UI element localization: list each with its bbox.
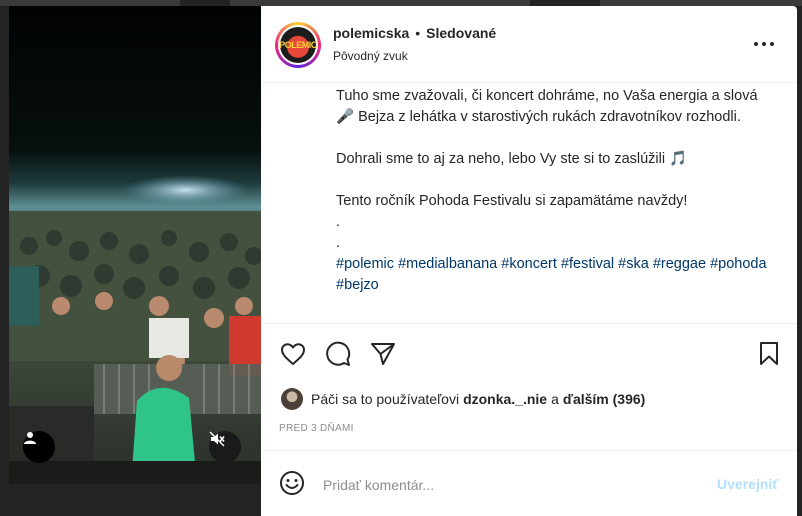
liker-username-link[interactable]: dzonka._.nie (463, 391, 547, 407)
header-name-row: polemicska • Sledované (333, 25, 496, 41)
following-button[interactable]: Sledované (426, 25, 496, 41)
post-caption: Tuho sme zvažovali, či koncert dohráme, … (336, 86, 776, 296)
profile-avatar[interactable]: POLEMIC (275, 22, 321, 68)
caption-paragraph-3: Tento ročník Pohoda Festivalu si zapamät… (336, 193, 688, 209)
caption-dot: . (336, 235, 341, 251)
speaker-muted-icon (209, 431, 225, 447)
separator-dot: • (415, 25, 421, 41)
divider (261, 450, 797, 451)
comment-button[interactable] (324, 340, 352, 368)
more-options-button[interactable] (753, 33, 775, 55)
more-horizontal-icon (754, 42, 774, 46)
hashtag-link[interactable]: #pohoda (710, 256, 766, 272)
likes-summary: Páči sa to používateľovi dzonka._.nie a … (281, 388, 649, 410)
emoji-button[interactable] (279, 470, 307, 498)
bookmark-icon (760, 342, 778, 365)
liker-avatar[interactable] (281, 388, 303, 410)
hashtag-link[interactable]: #ska (618, 256, 649, 272)
avatar-logo: POLEMIC (279, 27, 317, 63)
caption-dot: . (336, 214, 341, 230)
comment-input[interactable] (323, 474, 703, 496)
likes-prefix: Páči sa to používateľovi (311, 391, 460, 407)
hashtag-link[interactable]: #festival (561, 256, 614, 272)
hashtag-link[interactable]: #medialbanana (398, 256, 497, 272)
caption-paragraph-1: Tuho sme zvažovali, či koncert dohráme, … (336, 88, 758, 125)
likes-conjunction: a (551, 391, 559, 407)
post-details-panel: POLEMIC polemicska • Sledované Pôvodný z… (261, 6, 797, 516)
username-link[interactable]: polemicska (333, 25, 409, 41)
post-date[interactable]: PRED 3 DŇAMI (279, 423, 354, 434)
comment-icon (326, 341, 351, 366)
post-video[interactable] (9, 6, 261, 484)
hashtag-link[interactable]: #polemic (336, 256, 394, 272)
send-icon (371, 343, 395, 365)
concert-crowd-image (9, 6, 261, 484)
post-comment-button[interactable]: Uverejniť (717, 476, 779, 492)
hashtag-link[interactable]: #koncert (501, 256, 557, 272)
hashtag-link[interactable]: #bejzo (336, 277, 379, 293)
hashtags: #polemic #medialbanana #koncert #festiva… (336, 254, 776, 296)
original-audio-link[interactable]: Pôvodný zvuk (333, 49, 408, 63)
user-tag-button[interactable] (23, 431, 55, 463)
post-header: POLEMIC polemicska • Sledované Pôvodný z… (261, 6, 797, 83)
like-button[interactable] (279, 340, 307, 368)
user-icon (24, 432, 36, 444)
heart-icon (281, 343, 305, 365)
save-button[interactable] (755, 340, 783, 368)
emoji-icon (280, 471, 304, 495)
caption-paragraph-2: Dohrali sme to aj za neho, lebo Vy ste s… (336, 151, 688, 167)
mute-button[interactable] (209, 431, 241, 463)
divider (261, 323, 797, 324)
likes-others-link[interactable]: ďalším (396) (563, 391, 645, 407)
hashtag-link[interactable]: #reggae (653, 256, 706, 272)
share-button[interactable] (369, 340, 397, 368)
